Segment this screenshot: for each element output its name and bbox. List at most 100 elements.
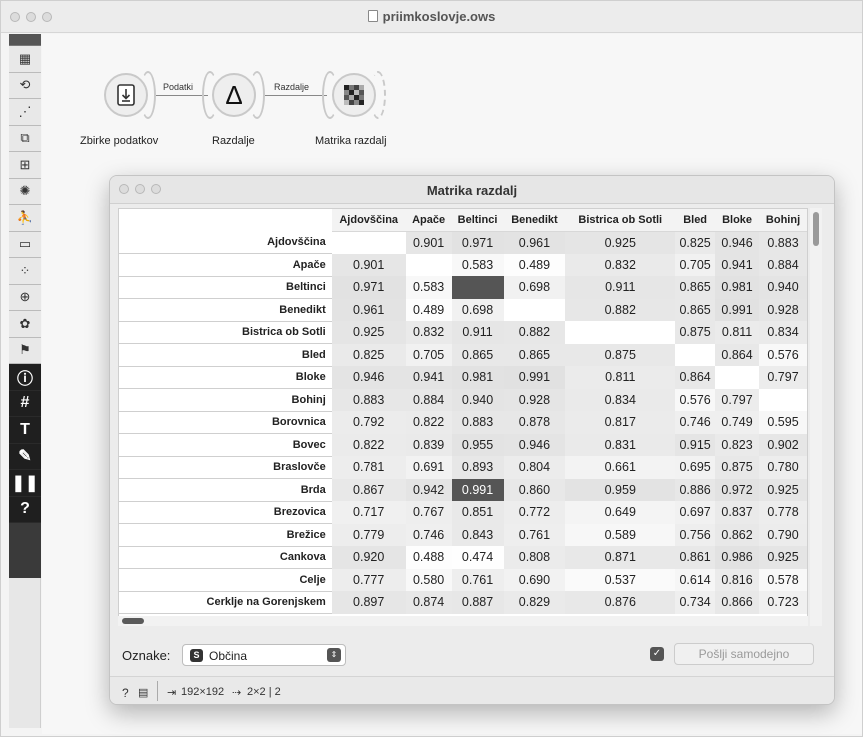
matrix-cell[interactable]: 0.817 — [565, 411, 676, 434]
matrix-cell[interactable]: 0.756 — [675, 523, 716, 546]
matrix-cell[interactable]: 0.986 — [715, 546, 760, 569]
matrix-cell[interactable]: 0.698 — [503, 276, 566, 299]
node-output-anchor[interactable] — [370, 71, 386, 119]
matrix-cell[interactable]: 0.705 — [675, 253, 716, 276]
matrix-cell[interactable] — [759, 388, 807, 411]
link-line[interactable] — [265, 95, 327, 96]
matrix-cell[interactable]: 0.942 — [405, 478, 452, 501]
matrix-cell[interactable]: 0.961 — [503, 231, 566, 254]
tree-icon[interactable]: ⧉ — [9, 125, 41, 152]
matrix-cell[interactable]: 0.902 — [759, 433, 807, 456]
matrix-cell[interactable]: 0.705 — [405, 343, 452, 366]
matrix-cell[interactable]: 0.946 — [503, 433, 566, 456]
matrix-cell[interactable]: 0.825 — [331, 343, 406, 366]
matrix-cell[interactable]: 0.580 — [405, 568, 452, 591]
matrix-cell[interactable]: 0.972 — [715, 478, 760, 501]
clusters-icon[interactable]: ✺ — [9, 178, 41, 205]
node-output-anchor[interactable] — [249, 71, 265, 119]
matrix-cell[interactable]: 0.901 — [405, 231, 452, 254]
matrix-cell[interactable]: 0.839 — [405, 433, 452, 456]
matrix-cell[interactable] — [405, 253, 452, 276]
matrix-cell[interactable]: 0.941 — [715, 253, 760, 276]
matrix-cell[interactable]: 0.925 — [759, 478, 807, 501]
matrix-cell[interactable]: 0.843 — [451, 523, 504, 546]
report-icon[interactable]: ▤ — [138, 686, 148, 699]
matrix-cell[interactable]: 0.991 — [451, 478, 504, 501]
matrix-cell[interactable]: 0.961 — [331, 298, 406, 321]
column-header[interactable]: Bistrica ob Sotli — [565, 209, 676, 232]
matrix-cell[interactable]: 0.489 — [503, 253, 566, 276]
pen-icon[interactable]: ✎ — [9, 443, 41, 470]
matrix-cell[interactable]: 0.723 — [759, 591, 807, 614]
matrix-cell[interactable] — [451, 276, 504, 299]
matrix-cell[interactable]: 0.851 — [451, 501, 504, 524]
matrix-cell[interactable]: 0.589 — [565, 523, 676, 546]
matrix-cell[interactable]: 0.925 — [565, 231, 676, 254]
matrix-cell[interactable]: 0.928 — [503, 388, 566, 411]
column-header[interactable]: Bohinj — [759, 209, 807, 232]
column-header[interactable]: Bled — [675, 209, 716, 232]
column-header[interactable]: Apače — [405, 209, 452, 232]
matrix-cell[interactable]: 0.778 — [759, 501, 807, 524]
matrix-cell[interactable]: 0.971 — [331, 276, 406, 299]
row-header[interactable]: Ajdovščina — [119, 231, 332, 254]
matrix-cell[interactable]: 0.804 — [503, 456, 566, 479]
matrix-cell[interactable]: 0.823 — [715, 433, 760, 456]
matrix-cell[interactable]: 0.834 — [759, 321, 807, 344]
matrix-cell[interactable]: 0.837 — [715, 501, 760, 524]
matrix-cell[interactable]: 0.911 — [565, 276, 676, 299]
matrix-cell[interactable]: 0.946 — [331, 366, 406, 389]
matrix-cell[interactable]: 0.698 — [451, 298, 504, 321]
help-icon[interactable]: ? — [9, 496, 41, 523]
matrix-cell[interactable]: 0.875 — [565, 343, 676, 366]
column-header[interactable]: Benedikt — [503, 209, 566, 232]
matrix-cell[interactable]: 0.749 — [715, 411, 760, 434]
matrix-cell[interactable] — [715, 366, 760, 389]
row-header[interactable]: Celje — [119, 568, 332, 592]
matrix-cell[interactable]: 0.822 — [405, 411, 452, 434]
matrix-cell[interactable]: 0.991 — [715, 298, 760, 321]
matrix-cell[interactable]: 0.734 — [675, 591, 716, 614]
row-header[interactable]: Bistrica ob Sotli — [119, 321, 332, 344]
matrix-cell[interactable]: 0.717 — [331, 501, 406, 524]
matrix-cell[interactable]: 0.911 — [451, 321, 504, 344]
matrix-cell[interactable]: 0.959 — [565, 478, 676, 501]
row-header[interactable]: Beltinci — [119, 276, 332, 299]
matrix-cell[interactable]: 0.746 — [405, 523, 452, 546]
matrix-cell[interactable]: 0.746 — [675, 411, 716, 434]
matrix-cell[interactable]: 0.955 — [451, 433, 504, 456]
matrix-cell[interactable]: 0.971 — [451, 231, 504, 254]
matrix-cell[interactable]: 0.829 — [503, 591, 566, 614]
matrix-cell[interactable]: 0.874 — [405, 591, 452, 614]
matrix-cell[interactable]: 0.781 — [331, 456, 406, 479]
matrix-cell[interactable]: 0.940 — [759, 276, 807, 299]
matrix-cell[interactable] — [503, 298, 566, 321]
matrix-cell[interactable] — [331, 231, 406, 254]
matrix-cell[interactable]: 0.761 — [503, 523, 566, 546]
matrix-cell[interactable]: 0.925 — [759, 546, 807, 569]
matrix-cell[interactable]: 0.797 — [715, 388, 760, 411]
grid-select-icon[interactable]: ⊞ — [9, 152, 41, 179]
matrix-cell[interactable]: 0.886 — [675, 478, 716, 501]
help-icon[interactable]: ? — [122, 686, 129, 700]
matrix-cell[interactable]: 0.991 — [503, 366, 566, 389]
matrix-cell[interactable]: 0.897 — [331, 591, 406, 614]
row-header[interactable]: Cerklje na Gorenjskem — [119, 591, 332, 614]
matrix-cell[interactable]: 0.822 — [331, 433, 406, 456]
matrix-cell[interactable]: 0.865 — [451, 343, 504, 366]
matrix-cell[interactable]: 0.488 — [405, 546, 452, 569]
matrix-cell[interactable]: 0.915 — [675, 433, 716, 456]
matrix-cell[interactable]: 0.946 — [715, 231, 760, 254]
matrix-cell[interactable]: 0.882 — [565, 298, 676, 321]
matrix-cell[interactable]: 0.808 — [503, 546, 566, 569]
vertical-scrollbar[interactable] — [810, 208, 822, 626]
matrix-cell[interactable] — [565, 321, 676, 344]
link-line[interactable] — [156, 95, 208, 96]
matrix-cell[interactable]: 0.780 — [759, 456, 807, 479]
info-icon[interactable]: ⓘ — [9, 364, 41, 391]
matrix-cell[interactable]: 0.792 — [331, 411, 406, 434]
figure-icon[interactable]: ⛹ — [9, 205, 41, 232]
matrix-cell[interactable]: 0.595 — [759, 411, 807, 434]
matrix-cell[interactable]: 0.695 — [675, 456, 716, 479]
matrix-cell[interactable]: 0.832 — [565, 253, 676, 276]
